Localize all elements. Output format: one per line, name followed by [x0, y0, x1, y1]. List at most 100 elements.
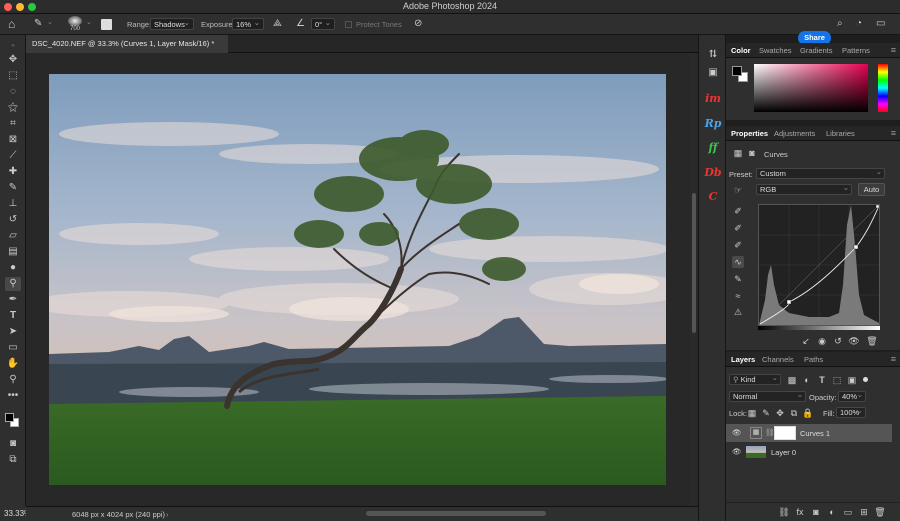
lock-pixels-icon[interactable]: ✎: [760, 407, 772, 419]
clip-to-layer-icon[interactable]: ↙: [800, 335, 812, 347]
crop-icon[interactable]: ⌗: [5, 117, 21, 131]
search-icon[interactable]: ⌕: [837, 18, 843, 29]
dodge-icon[interactable]: ⚲: [5, 277, 21, 291]
brush-tool-icon[interactable]: ✎: [5, 181, 21, 195]
curves-graph[interactable]: [758, 204, 880, 326]
extension-db[interactable]: Db: [703, 166, 723, 179]
filter-toggle-icon[interactable]: [863, 377, 868, 382]
reset-icon[interactable]: ↺: [832, 335, 844, 347]
tab-channels[interactable]: Channels: [762, 355, 794, 364]
pressure-icon[interactable]: ⊘: [414, 18, 422, 29]
hue-slider[interactable]: [878, 64, 888, 112]
panel-menu-icon[interactable]: ≡: [891, 45, 896, 55]
lock-all-icon[interactable]: 🔒: [802, 407, 814, 419]
layer-mask-thumbnail[interactable]: [774, 426, 796, 440]
brush-preset-icon[interactable]: [68, 16, 82, 26]
path-select-icon[interactable]: ➤: [5, 325, 21, 339]
gradient-icon[interactable]: ▤: [5, 245, 21, 259]
rectangle-icon[interactable]: ▭: [5, 341, 21, 355]
comments-icon[interactable]: ▣: [703, 67, 723, 78]
blend-mode-select[interactable]: Normal: [729, 390, 806, 402]
type-filter-icon[interactable]: T: [816, 374, 828, 386]
collapse-icon[interactable]: »: [5, 39, 21, 53]
hand-icon[interactable]: ✋: [5, 357, 21, 371]
zoom-icon[interactable]: ⚲: [5, 373, 21, 387]
smart-object-filter-icon[interactable]: ▣: [846, 374, 858, 386]
screen-mode-icon[interactable]: ⧉: [5, 453, 21, 467]
pixel-filter-icon[interactable]: ▩: [786, 374, 798, 386]
stamp-icon[interactable]: ⊥: [5, 197, 21, 211]
layer-name[interactable]: Layer 0: [771, 448, 796, 457]
preset-select[interactable]: Custom: [756, 167, 885, 179]
brush-settings-icon[interactable]: [101, 19, 112, 30]
tab-properties[interactable]: Properties: [731, 129, 768, 138]
layer-row[interactable]: 👁 Layer 0: [726, 443, 892, 461]
gray-point-eyedropper-icon[interactable]: ✐: [732, 222, 744, 234]
smooth-curve-icon[interactable]: ≈: [732, 290, 744, 302]
targeted-adjustment-icon[interactable]: ☞: [732, 184, 744, 196]
group-icon[interactable]: ▭: [842, 506, 854, 518]
visibility-icon[interactable]: 👁: [848, 335, 860, 347]
tab-adjustments[interactable]: Adjustments: [774, 129, 815, 138]
delete-icon[interactable]: 🗑: [866, 335, 878, 347]
vertical-scrollbar[interactable]: [690, 53, 698, 506]
tab-color[interactable]: Color: [731, 46, 751, 55]
foreground-color-swatch[interactable]: [732, 66, 742, 76]
white-point-eyedropper-icon[interactable]: ✐: [732, 239, 744, 251]
filter-kind-select[interactable]: ⚲ Kind: [729, 373, 781, 385]
black-point-eyedropper-icon[interactable]: ✐: [732, 205, 744, 217]
clipping-warning-icon[interactable]: ⚠: [732, 306, 744, 318]
opacity-input[interactable]: 40%: [838, 390, 866, 402]
visibility-icon[interactable]: 👁: [732, 428, 742, 437]
brush-icon[interactable]: ✎: [34, 18, 42, 29]
shape-filter-icon[interactable]: ⬚: [831, 374, 843, 386]
lasso-icon[interactable]: ◌: [5, 85, 21, 99]
tab-patterns[interactable]: Patterns: [842, 46, 870, 55]
lock-artboard-icon[interactable]: ⧉: [788, 407, 800, 419]
lock-position-icon[interactable]: ✥: [774, 407, 786, 419]
layer-thumbnail[interactable]: [746, 446, 766, 458]
pencil-curve-icon[interactable]: ✎: [732, 273, 744, 285]
history-brush-icon[interactable]: ↺: [5, 213, 21, 227]
document-tab[interactable]: DSC_4020.NEF @ 33.3% (Curves 1, Layer Ma…: [26, 35, 228, 53]
more-tools-icon[interactable]: •••: [5, 389, 21, 403]
exposure-input[interactable]: 16%: [232, 18, 264, 30]
tab-gradients[interactable]: Gradients: [800, 46, 833, 55]
add-mask-icon[interactable]: ◙: [810, 506, 822, 518]
adjustment-filter-icon[interactable]: ◐: [801, 374, 813, 386]
eyedropper-icon[interactable]: ⟋: [5, 149, 21, 163]
move-icon[interactable]: ✥: [5, 53, 21, 67]
workspace-icon[interactable]: ▭: [876, 18, 885, 29]
type-icon[interactable]: T: [5, 309, 21, 323]
mask-icon[interactable]: ◙: [746, 147, 758, 159]
color-field[interactable]: [754, 64, 868, 112]
curve-points-icon[interactable]: ∿: [732, 256, 744, 268]
learn-icon[interactable]: ◔: [856, 18, 862, 29]
chevron-down-icon[interactable]: ⌄: [47, 18, 53, 26]
frame-icon[interactable]: ⊠: [5, 133, 21, 147]
chevron-right-icon[interactable]: ›: [166, 510, 169, 519]
tab-swatches[interactable]: Swatches: [759, 46, 792, 55]
horizontal-scroll-thumb[interactable]: [366, 511, 546, 516]
arrange-icon[interactable]: ⇅: [703, 49, 723, 60]
fill-input[interactable]: 100%: [836, 406, 866, 418]
panel-menu-icon[interactable]: ≡: [891, 128, 896, 138]
angle-input[interactable]: 0°: [311, 18, 335, 30]
layer-style-icon[interactable]: fx: [794, 506, 806, 518]
airbrush-icon[interactable]: ⟁: [273, 18, 282, 29]
protect-tones-checkbox[interactable]: [345, 21, 352, 28]
new-layer-icon[interactable]: ⊞: [858, 506, 870, 518]
delete-layer-icon[interactable]: 🗑: [874, 506, 886, 518]
blur-icon[interactable]: ●: [5, 261, 21, 275]
layer-row[interactable]: 👁 ▦ ⛓ Curves 1: [726, 424, 892, 442]
quick-mask-icon[interactable]: ◙: [5, 437, 21, 451]
layer-name[interactable]: Curves 1: [800, 429, 830, 438]
home-icon[interactable]: ⌂: [8, 17, 15, 31]
panel-menu-icon[interactable]: ≡: [891, 354, 896, 364]
extension-c[interactable]: C: [703, 190, 723, 203]
pen-icon[interactable]: ✒: [5, 293, 21, 307]
extension-im[interactable]: im: [703, 92, 723, 105]
magic-wand-icon[interactable]: ⚝: [5, 101, 21, 115]
extension-rp[interactable]: Rp: [703, 117, 723, 130]
tab-paths[interactable]: Paths: [804, 355, 823, 364]
